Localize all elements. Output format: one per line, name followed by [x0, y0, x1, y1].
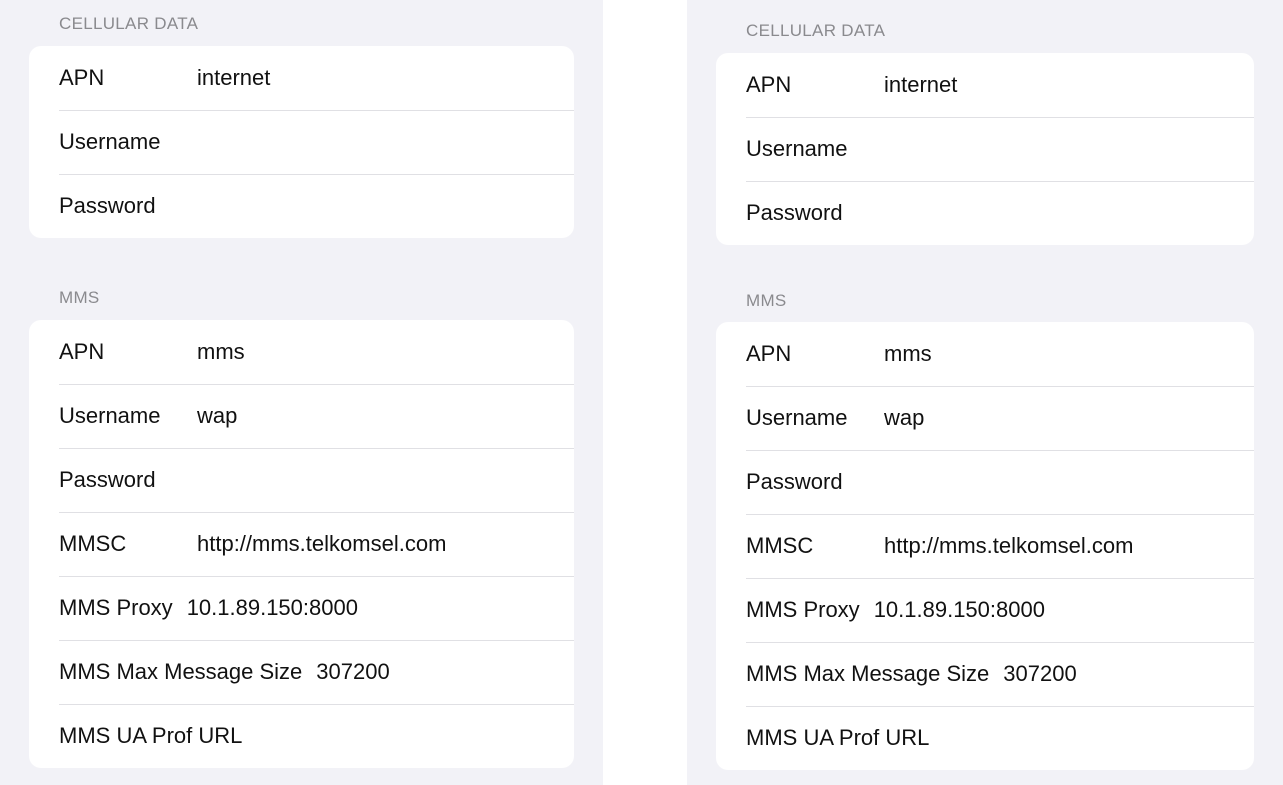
field-label: MMSC	[59, 531, 127, 556]
section-header: CELLULAR DATA	[59, 14, 199, 33]
left-settings-panel: CELLULAR DATA APN internet Username Pass…	[0, 0, 603, 785]
mms-apn-field[interactable]: APN mms	[716, 322, 1254, 386]
field-value[interactable]: wap	[884, 405, 924, 431]
apn-field[interactable]: APN internet	[716, 53, 1254, 117]
mms-proxy-field[interactable]: MMS Proxy 10.1.89.150:8000	[29, 576, 574, 640]
field-label: APN	[746, 72, 792, 97]
section-header: MMS	[59, 288, 100, 307]
field-value[interactable]: mms	[884, 341, 932, 367]
field-value[interactable]: http://mms.telkomsel.com	[884, 533, 1133, 559]
field-label: APN	[59, 339, 105, 364]
field-label: Username	[746, 136, 848, 161]
mms-password-field[interactable]: Password	[716, 450, 1254, 514]
field-label: Username	[746, 405, 848, 430]
section-header: MMS	[746, 291, 787, 310]
mms-section: MMS APN mms Username wap Password MMSC h…	[29, 286, 574, 768]
section-header: CELLULAR DATA	[746, 21, 886, 40]
field-label: APN	[746, 341, 792, 366]
field-value[interactable]: internet	[197, 65, 270, 91]
password-field[interactable]: Password	[29, 174, 574, 238]
field-value[interactable]: internet	[884, 72, 957, 98]
field-label: Password	[746, 200, 843, 225]
field-label: Username	[59, 403, 161, 428]
field-value[interactable]: 10.1.89.150:8000	[874, 597, 1045, 623]
field-value[interactable]: http://mms.telkomsel.com	[197, 531, 446, 557]
apn-field[interactable]: APN internet	[29, 46, 574, 110]
mms-username-field[interactable]: Username wap	[29, 384, 574, 448]
field-label: APN	[59, 65, 105, 90]
field-label: MMS UA Prof URL	[59, 723, 243, 748]
field-value[interactable]: 10.1.89.150:8000	[187, 595, 358, 621]
mms-max-message-size-field[interactable]: MMS Max Message Size 307200	[29, 640, 574, 704]
username-field[interactable]: Username	[716, 117, 1254, 181]
field-label: MMS Proxy	[746, 597, 860, 622]
right-settings-panel: CELLULAR DATA APN internet Username Pass…	[687, 0, 1283, 785]
mms-proxy-field[interactable]: MMS Proxy 10.1.89.150:8000	[716, 578, 1254, 642]
mms-card: APN mms Username wap Password MMSC http:…	[716, 322, 1254, 770]
mms-card: APN mms Username wap Password MMSC http:…	[29, 320, 574, 768]
cellular-data-card: APN internet Username Password	[716, 53, 1254, 245]
cellular-data-section: CELLULAR DATA APN internet Username Pass…	[29, 12, 574, 238]
mms-ua-prof-url-field[interactable]: MMS UA Prof URL	[29, 704, 574, 768]
field-label: Password	[59, 193, 156, 218]
field-value[interactable]: 307200	[316, 659, 389, 685]
mms-username-field[interactable]: Username wap	[716, 386, 1254, 450]
field-label: MMS Max Message Size	[59, 659, 303, 684]
field-label: Password	[59, 467, 156, 492]
mms-max-message-size-field[interactable]: MMS Max Message Size 307200	[716, 642, 1254, 706]
field-label: Username	[59, 129, 161, 154]
field-label: Password	[746, 469, 843, 494]
field-label: MMS Proxy	[59, 595, 173, 620]
mmsc-field[interactable]: MMSC http://mms.telkomsel.com	[29, 512, 574, 576]
password-field[interactable]: Password	[716, 181, 1254, 245]
field-label: MMSC	[746, 533, 814, 558]
mmsc-field[interactable]: MMSC http://mms.telkomsel.com	[716, 514, 1254, 578]
username-field[interactable]: Username	[29, 110, 574, 174]
mms-section: MMS APN mms Username wap Password MMSC h…	[716, 289, 1254, 770]
field-value[interactable]: mms	[197, 339, 245, 365]
mms-ua-prof-url-field[interactable]: MMS UA Prof URL	[716, 706, 1254, 770]
cellular-data-card: APN internet Username Password	[29, 46, 574, 238]
mms-apn-field[interactable]: APN mms	[29, 320, 574, 384]
cellular-data-section: CELLULAR DATA APN internet Username Pass…	[716, 19, 1254, 245]
field-value[interactable]: wap	[197, 403, 237, 429]
field-label: MMS Max Message Size	[746, 661, 990, 686]
field-value[interactable]: 307200	[1003, 661, 1076, 687]
field-label: MMS UA Prof URL	[746, 725, 930, 750]
mms-password-field[interactable]: Password	[29, 448, 574, 512]
